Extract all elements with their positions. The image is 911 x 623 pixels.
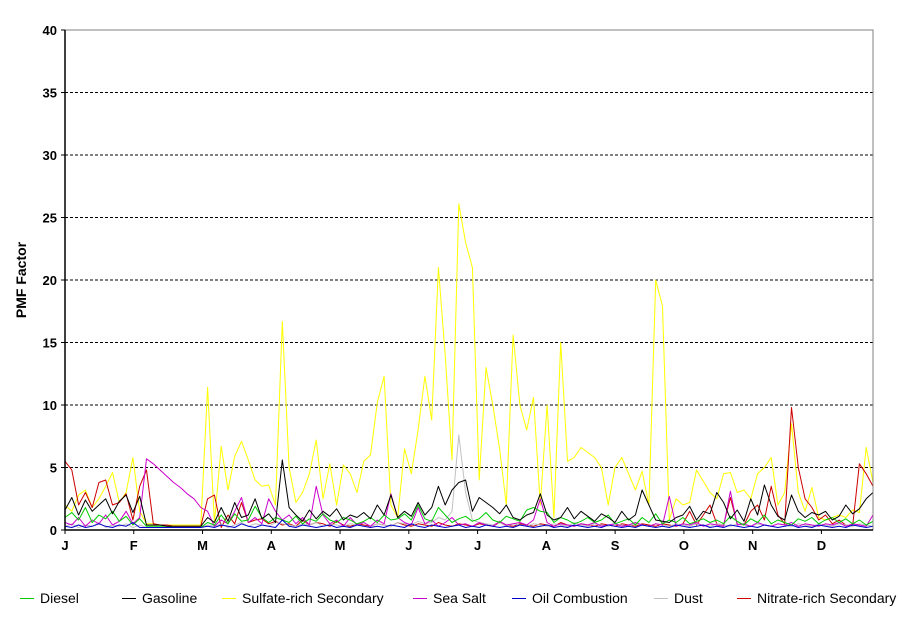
legend-label: Gasoline <box>142 590 198 606</box>
legend-label: Oil Combustion <box>532 590 628 606</box>
legend-swatch <box>654 597 668 599</box>
legend-label: Diesel <box>40 590 79 606</box>
legend-label: Sulfate-rich Secondary <box>242 590 384 606</box>
y-tick-label: 25 <box>43 211 57 226</box>
legend-swatch <box>20 597 34 599</box>
x-tick-label: J <box>61 538 68 553</box>
legend-item: Dust <box>654 588 703 608</box>
y-tick-label: 15 <box>43 336 57 351</box>
x-tick-label: J <box>474 538 481 553</box>
axes: 0 5 10 15 20 25 30 35 40 J F M A M J J A S O N D <box>43 23 873 553</box>
legend-item: Sea Salt <box>413 588 486 608</box>
x-tick-label: N <box>748 538 757 553</box>
legend-label: Sea Salt <box>433 590 486 606</box>
series-lines <box>64 203 874 528</box>
legend-swatch <box>222 597 236 599</box>
x-tick-label: A <box>542 538 552 553</box>
legend-item: Gasoline <box>122 588 197 608</box>
legend: Diesel Gasoline Sulfate-rich Secondary Sea … <box>0 588 911 610</box>
y-tick-label: 30 <box>43 148 57 163</box>
legend-swatch <box>737 597 751 599</box>
legend-swatch <box>413 597 427 599</box>
legend-label: Nitrate-rich Secondary <box>757 590 897 606</box>
series-line-sea-salt <box>64 458 874 527</box>
x-tick-label: D <box>817 538 826 553</box>
x-tick-label: S <box>611 538 620 553</box>
legend-item: Oil Combustion <box>512 588 628 608</box>
y-tick-label: 40 <box>43 23 57 38</box>
x-tick-label: O <box>679 538 689 553</box>
y-tick-label: 5 <box>50 461 57 476</box>
y-tick-label: 10 <box>43 398 57 413</box>
y-tick-label: 0 <box>50 523 57 538</box>
x-tick-label: F <box>130 538 138 553</box>
series-line-sulfate-rich-secondary <box>64 203 874 526</box>
gridlines <box>65 29 873 468</box>
x-tick-label: A <box>267 538 277 553</box>
y-tick-label: 35 <box>43 86 57 101</box>
legend-item: Diesel <box>20 588 79 608</box>
series-line-diesel <box>64 504 874 528</box>
y-axis-label: PMF Factor <box>13 241 29 318</box>
x-tick-label: M <box>197 538 208 553</box>
pmf-line-chart: 0 5 10 15 20 25 30 35 40 J F M A M J J A S O N D PMF Factor <box>13 23 874 553</box>
legend-swatch <box>512 597 526 599</box>
legend-swatch <box>122 597 136 599</box>
legend-item: Sulfate-rich Secondary <box>222 588 384 608</box>
x-tick-label: M <box>335 538 346 553</box>
x-tick-label: J <box>405 538 412 553</box>
y-tick-label: 20 <box>43 273 57 288</box>
series-line-dust <box>64 434 874 528</box>
legend-item: Nitrate-rich Secondary <box>737 588 896 608</box>
legend-label: Dust <box>674 590 703 606</box>
